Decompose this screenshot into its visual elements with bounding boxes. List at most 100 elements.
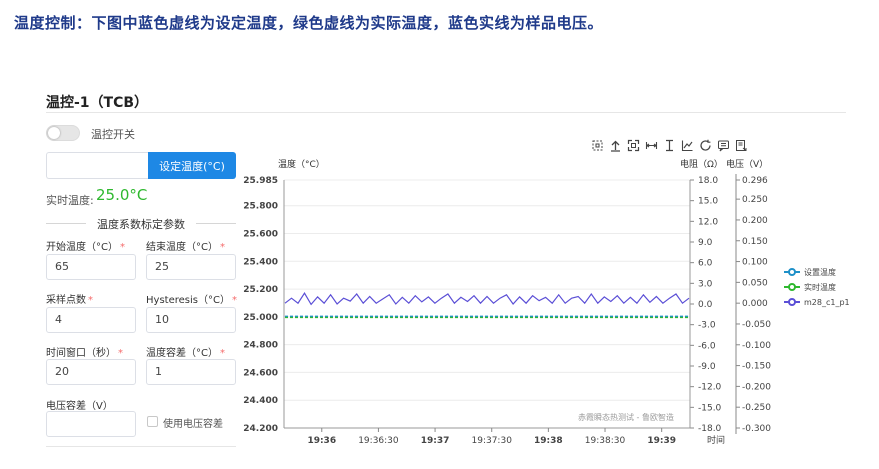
x-tick-label: 19:36 <box>307 436 336 446</box>
y-volt-tick-label: 0.200 <box>742 216 768 226</box>
y-volt-tick-label: -0.300 <box>742 424 771 434</box>
field-label-start_temp: 开始温度（°C） * <box>46 238 125 253</box>
legend-item[interactable]: 实时温度 <box>784 280 850 294</box>
field-label-text: 时间窗口（秒） <box>46 348 116 359</box>
y-res-tick-label: -12.0 <box>698 383 722 393</box>
y-volt-tick-label: -0.250 <box>742 403 771 413</box>
legend-label: m28_c1_p1 <box>804 297 850 307</box>
y-res-tick-label: -15.0 <box>698 403 722 413</box>
required-asterisk: * <box>119 242 125 253</box>
x-tick-label: 19:39 <box>647 436 676 446</box>
required-asterisk: * <box>118 348 123 359</box>
panel-title: 温控-1（TCB） <box>46 95 149 111</box>
legend-swatch <box>784 298 800 306</box>
use-voltage-tolerance-checkbox[interactable] <box>147 416 158 427</box>
x-tick-label: 19:38:30 <box>585 436 626 446</box>
field-label-text: Hysteresis（°C） <box>146 295 230 306</box>
series-line-m28_c1_p1 <box>284 292 690 306</box>
field-input-temp_tolerance[interactable]: 1 <box>146 359 236 385</box>
y-left-tick-label: 25.600 <box>243 229 278 239</box>
field-input-end_temp[interactable]: 25 <box>146 254 236 280</box>
y-left-tick-label: 24.200 <box>243 424 278 434</box>
y-left-tick-label: 24.800 <box>243 341 278 351</box>
temp-control-switch[interactable] <box>46 125 80 141</box>
y-res-tick-label: -18.0 <box>698 424 722 434</box>
y-res-tick-label: 3.0 <box>698 279 713 289</box>
y-left-tick-label: 25.800 <box>243 202 278 212</box>
panel-divider <box>46 112 846 113</box>
y-axis-title-resistance: 电阻（Ω） <box>680 158 723 170</box>
y-res-tick-label: -6.0 <box>698 341 716 351</box>
required-asterisk: * <box>219 348 225 359</box>
y-volt-tick-label: 0.050 <box>742 278 768 288</box>
y-axis-title-temperature: 温度（°C） <box>278 158 325 170</box>
set-temperature-button[interactable]: 设定温度(°C) <box>148 152 236 179</box>
y-left-tick-label: 25.200 <box>243 285 278 295</box>
field-label-sample_points: 采样点数 * <box>46 291 93 306</box>
x-tick-label: 19:37:30 <box>472 436 513 446</box>
legend-swatch <box>784 283 800 291</box>
x-tick-label: 19:37 <box>421 436 450 446</box>
field-label-time_window: 时间窗口（秒） * <box>46 344 123 359</box>
y-volt-tick-label: 0.250 <box>742 195 768 205</box>
x-tick-label: 19:38 <box>534 436 563 446</box>
y-left-tick-label: 25.400 <box>243 257 278 267</box>
realtime-temp-label: 实时温度: <box>46 194 94 207</box>
switch-knob <box>48 127 60 139</box>
y-left-tick-label: 24.400 <box>243 396 278 406</box>
field-label-text: 结束温度（°C） <box>146 242 218 253</box>
y-volt-tick-label: -0.150 <box>742 362 771 372</box>
field-input-voltage_tolerance[interactable] <box>46 411 136 437</box>
legend-swatch <box>784 268 800 276</box>
y-res-tick-label: 18.0 <box>698 176 718 186</box>
required-asterisk: * <box>231 295 237 306</box>
y-volt-tick-label: -0.200 <box>742 382 771 392</box>
field-input-hysteresis[interactable]: 10 <box>146 307 236 333</box>
y-volt-tick-label: 0.100 <box>742 258 768 268</box>
field-input-sample_points[interactable]: 4 <box>46 307 136 333</box>
legend-item[interactable]: m28_c1_p1 <box>784 295 850 309</box>
y-res-tick-label: 9.0 <box>698 238 713 248</box>
temp-control-switch-label: 温控开关 <box>91 128 135 141</box>
field-input-start_temp[interactable]: 65 <box>46 254 136 280</box>
y-axis-title-voltage: 电压（V） <box>726 158 768 170</box>
field-input-time_window[interactable]: 20 <box>46 359 136 385</box>
y-res-tick-label: 6.0 <box>698 259 713 269</box>
field-label-voltage_tolerance: 电压容差（V） <box>46 397 113 412</box>
field-label-text: 温度容差（°C） <box>146 348 218 359</box>
y-left-tick-label: 25.000 <box>243 313 278 323</box>
chart-watermark: 赤霞瞬态热测试 - 鲁欧智造 <box>578 412 674 422</box>
field-label-hysteresis: Hysteresis（°C） * <box>146 291 237 306</box>
form-bottom-divider <box>46 446 236 447</box>
y-volt-tick-label: 0.150 <box>742 237 768 247</box>
y-volt-tick-label: 0.000 <box>742 299 768 309</box>
y-res-tick-label: 12.0 <box>698 217 718 227</box>
y-res-tick-label: 0.0 <box>698 300 713 310</box>
y-volt-tick-label: 0.296 <box>742 176 768 186</box>
legend-label: 实时温度 <box>804 282 836 292</box>
y-res-tick-label: 15.0 <box>698 197 718 207</box>
page-caption: 温度控制：下图中蓝色虚线为设定温度，绿色虚线为实际温度，蓝色实线为样品电压。 <box>14 14 604 32</box>
required-asterisk: * <box>88 295 93 306</box>
use-voltage-tolerance-label: 使用电压容差 <box>163 419 223 430</box>
x-tick-label: 19:36:30 <box>358 436 399 446</box>
y-left-tick-label: 24.600 <box>243 368 278 378</box>
y-volt-tick-label: -0.100 <box>742 341 771 351</box>
field-label-end_temp: 结束温度（°C） * <box>146 238 225 253</box>
calibration-section-title: 温度系数标定参数 <box>46 216 236 231</box>
required-asterisk: * <box>219 242 225 253</box>
chart-legend: 设置温度实时温度 m28_c1_p1 <box>784 265 850 310</box>
temperature-chart: 温度（°C） 电阻（Ω） 电压（V） 25.985 25.800 25.600 25.400… <box>243 158 771 446</box>
y-res-tick-label: -3.0 <box>698 321 716 331</box>
legend-item[interactable]: 设置温度 <box>784 265 850 279</box>
y-volt-tick-label: -0.050 <box>742 320 771 330</box>
setpoint-input[interactable] <box>46 152 148 179</box>
field-label-text: 采样点数 <box>46 295 86 306</box>
y-res-tick-label: -9.0 <box>698 362 716 372</box>
y-left-tick-label: 25.985 <box>243 176 278 186</box>
x-axis-title: 时间 <box>707 434 725 446</box>
realtime-temp-value: 25.0°C <box>96 186 148 204</box>
legend-label: 设置温度 <box>804 267 836 277</box>
field-label-temp_tolerance: 温度容差（°C） * <box>146 344 225 359</box>
field-label-text: 开始温度（°C） <box>46 242 118 253</box>
